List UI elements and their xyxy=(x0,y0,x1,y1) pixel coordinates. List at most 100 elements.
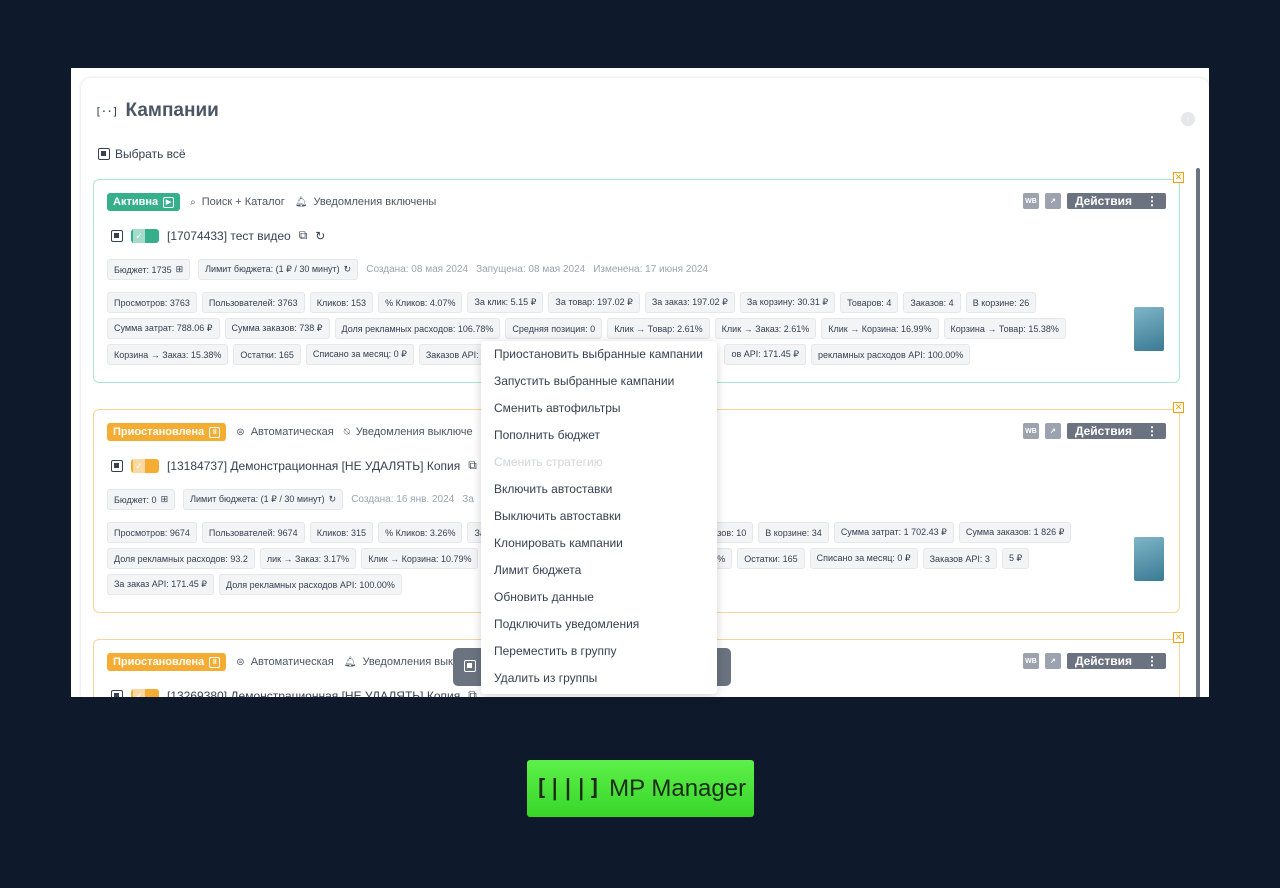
menu-item[interactable]: Удалить из группы xyxy=(481,671,717,698)
stat-chip: Корзина → Заказ: 15.38% xyxy=(107,344,229,365)
stat-chip: За заказ API: 171.45 ₽ xyxy=(107,574,215,595)
menu-item[interactable]: Включить автоставки xyxy=(481,482,717,509)
close-icon[interactable]: ✕ xyxy=(1173,632,1184,643)
chart-icon[interactable]: ↗ xyxy=(1044,653,1061,669)
refresh-icon: ↻ xyxy=(343,264,352,274)
product-thumbnail[interactable] xyxy=(1134,537,1164,581)
bell-icon: 🔔︎ xyxy=(294,196,308,208)
campaign-toggle[interactable] xyxy=(131,228,159,243)
campaign-checkbox[interactable] xyxy=(111,459,123,472)
bulk-select-checkbox[interactable] xyxy=(464,660,476,672)
copy-icon[interactable]: ⧉ xyxy=(468,458,477,473)
budget-limit-chip[interactable]: Лимит бюджета: (1 ₽ / 30 минут) ↻ xyxy=(183,489,344,510)
stat-chip: 5 ₽ xyxy=(1001,548,1030,569)
scrollbar[interactable] xyxy=(1196,168,1200,697)
chart-icon[interactable]: ↗ xyxy=(1044,193,1061,209)
stat-chip: Просмотров: 9674 xyxy=(107,522,197,543)
actions-button[interactable]: Действия ⋮ xyxy=(1066,193,1166,209)
stat-chip: Кликов: 315 xyxy=(309,522,374,543)
actions-button[interactable]: Действия ⋮ xyxy=(1066,423,1166,439)
actions-dropdown-menu: Приостановить выбранные кампании Запустит… xyxy=(481,341,717,694)
menu-item[interactable]: Запустить выбранные кампании xyxy=(481,374,717,401)
barcode-icon: [|||] xyxy=(534,776,602,801)
more-icon: ⋮ xyxy=(1146,194,1158,208)
copy-icon[interactable]: ⧉ xyxy=(468,688,477,697)
menu-item[interactable]: Лимит бюджета xyxy=(481,563,717,590)
campaign-name-row: [13184737] Демонстрационная [НЕ УДАЛЯТЬ]… xyxy=(111,458,495,473)
menu-item: Сменить стратегию xyxy=(494,455,603,469)
menu-item[interactable]: Обновить данные xyxy=(481,590,717,617)
campaign-type: ⌕ Поиск + Каталог xyxy=(190,196,285,208)
brand-logo: [|||] MP Manager xyxy=(527,760,754,817)
menu-item[interactable]: Подключить уведомления xyxy=(481,617,717,644)
stat-chip: рекламных расходов API: 100.00% xyxy=(811,344,971,365)
campaign-type: ⊜ Автоматическая xyxy=(236,426,334,438)
stat-chip: Пользователей: 3763 xyxy=(201,292,305,313)
status-badge[interactable]: Приостановлена II xyxy=(107,423,227,441)
campaign-checkbox[interactable] xyxy=(111,229,123,242)
stat-chip: За корзину: 30.31 ₽ xyxy=(739,292,836,313)
stat-chip: % Кликов: 4.07% xyxy=(378,292,463,313)
card-header: Приостановлена II ⊜ Автоматическая ⍉ Уведом… xyxy=(107,423,473,441)
wb-icon[interactable]: WB xyxy=(1022,653,1039,669)
scroll-top-icon[interactable]: ↑ xyxy=(1181,112,1195,126)
budget-limit-chip[interactable]: Лимит бюджета: (1 ₽ / 30 минут) ↻ xyxy=(198,259,359,280)
stat-chip: Остатки: 165 xyxy=(233,344,301,365)
stat-chip: В корзине: 26 xyxy=(965,292,1037,313)
campaign-name: [13269380] Демонстрационная [НЕ УДАЛЯТЬ]… xyxy=(167,688,461,698)
stat-chip: ов API: 171.45 ₽ xyxy=(724,344,807,365)
campaign-toggle[interactable] xyxy=(131,458,159,473)
copy-icon[interactable]: ⧉ xyxy=(299,228,308,243)
menu-item[interactable]: Выключить автоставки xyxy=(481,509,717,536)
started-date: Запущена: 08 мая 2024 xyxy=(476,264,586,275)
menu-item[interactable]: Переместить в группу xyxy=(481,644,717,671)
card-actions: WB ↗ Действия ⋮ xyxy=(1022,653,1166,669)
select-all[interactable]: Выбрать всё xyxy=(98,147,186,161)
changed-date: Изменена: 17 июня 2024 xyxy=(593,264,709,275)
campaign-toggle[interactable] xyxy=(131,688,159,697)
brand-name: MP Manager xyxy=(609,774,747,802)
wb-icon[interactable]: WB xyxy=(1022,193,1039,209)
stat-chip: В корзине: 34 xyxy=(758,522,829,543)
menu-item[interactable]: Сменить автофильтры xyxy=(481,401,717,428)
stat-chip: Доля рекламных расходов: 93.2 xyxy=(107,548,255,569)
budget-chip[interactable]: Бюджет: 0 ⊞ xyxy=(107,489,176,510)
chart-icon[interactable]: ↗ xyxy=(1044,423,1061,439)
page-title: Кампании xyxy=(125,100,219,121)
stat-chip: % Кликов: 3.26% xyxy=(378,522,463,543)
stat-chip: Средняя позиция: 0 xyxy=(505,318,603,339)
actions-button[interactable]: Действия ⋮ xyxy=(1066,653,1166,669)
campaign-checkbox[interactable] xyxy=(111,689,123,697)
stat-chip: Товаров: 4 xyxy=(840,292,899,313)
menu-item[interactable]: Пополнить бюджет xyxy=(481,428,717,455)
created-date: Создана: 08 мая 2024 xyxy=(366,264,469,275)
menu-item[interactable]: Приостановить выбранные кампании xyxy=(481,347,717,374)
product-thumbnail[interactable] xyxy=(1134,307,1164,351)
page-header: [··] Кампании xyxy=(95,100,219,122)
stat-chip: лик → Заказ: 3.17% xyxy=(259,548,357,569)
select-all-checkbox[interactable] xyxy=(98,148,110,160)
campaign-name-row: [17074433] тест видео ⧉ ↻ xyxy=(111,228,325,243)
menu-item[interactable]: Клонировать кампании xyxy=(481,536,717,563)
budget-chip[interactable]: Бюджет: 1735 ⊞ xyxy=(107,259,191,280)
more-icon: ⋮ xyxy=(1146,424,1158,438)
pause-icon: II xyxy=(209,656,221,668)
refresh-icon: ↻ xyxy=(328,494,337,504)
card-header: Активна ▶ ⌕ Поиск + Каталог 🔔︎ Уведомления … xyxy=(107,193,436,211)
started-date: За xyxy=(462,494,474,505)
close-icon[interactable]: ✕ xyxy=(1173,402,1184,413)
stat-chip: Остатки: 165 xyxy=(737,548,805,569)
stat-chip: Кликов: 153 xyxy=(309,292,374,313)
status-badge[interactable]: Активна ▶ xyxy=(107,193,181,211)
select-all-label: Выбрать всё xyxy=(115,147,186,161)
refresh-icon[interactable]: ↻ xyxy=(315,229,325,243)
notifications-status: ⍉ Уведомления выключе xyxy=(343,426,473,438)
notifications-status: 🔔︎ Уведомления включены xyxy=(294,196,437,208)
close-icon[interactable]: ✕ xyxy=(1173,172,1184,183)
status-badge[interactable]: Приостановлена II xyxy=(107,653,227,671)
stat-chip: Пользователей: 9674 xyxy=(201,522,305,543)
wb-icon[interactable]: WB xyxy=(1022,423,1039,439)
stat-chip: Списано за месяц: 0 ₽ xyxy=(305,344,414,365)
stat-chip: Заказов API: 3 xyxy=(922,548,997,569)
created-date: Создана: 16 янв. 2024 xyxy=(351,494,455,505)
